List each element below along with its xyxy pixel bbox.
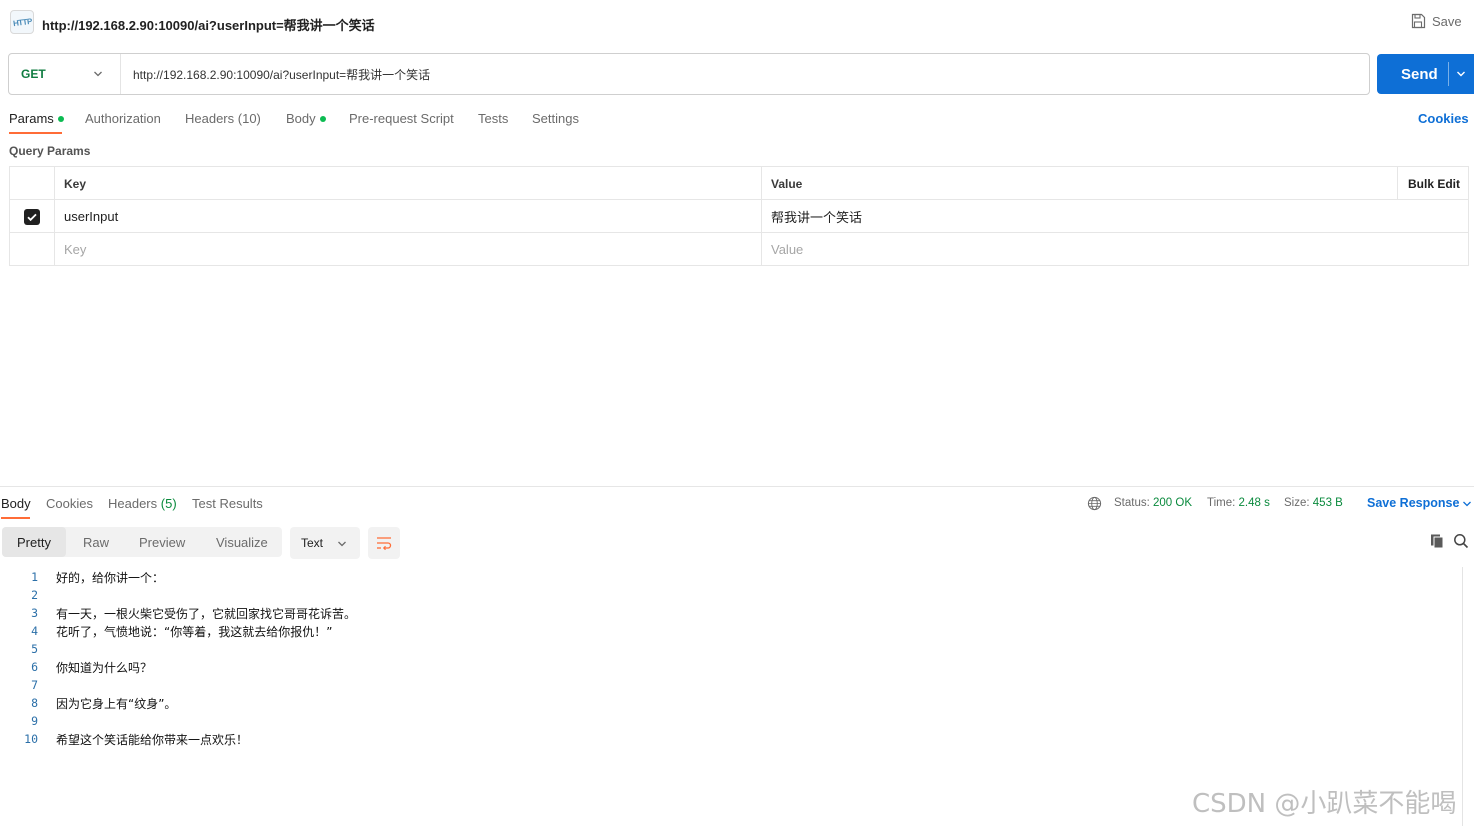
code-line: 8 因为它身上有“纹身”。: [0, 695, 1462, 713]
copy-icon[interactable]: [1429, 533, 1445, 549]
chevron-down-icon[interactable]: [1456, 69, 1466, 79]
response-divider[interactable]: [0, 486, 1474, 487]
table-row: userInput 帮我讲一个笑话: [10, 200, 1468, 233]
chevron-down-icon: [338, 541, 346, 547]
table-row-new: Key Value: [10, 233, 1468, 266]
view-mode-group: Pretty Raw Preview Visualize: [2, 527, 282, 557]
code-line: 1 好的，给你讲一个：: [0, 569, 1462, 587]
status-readout[interactable]: Status: 200 OK: [1114, 497, 1192, 509]
params-indicator-dot: [57, 115, 64, 122]
method-select[interactable]: GET: [9, 54, 121, 94]
code-line: 3 有一天，一根火柴它受伤了，它就回家找它哥哥花诉苦。: [0, 605, 1462, 623]
send-divider: [1448, 62, 1449, 86]
line-text: 好的，给你讲一个：: [56, 571, 165, 585]
code-line: 9: [0, 713, 1462, 731]
line-number: 10: [24, 732, 38, 746]
time-readout[interactable]: Time: 2.48 s: [1207, 497, 1270, 509]
code-line: 10 希望这个笑话能给你带来一点欢乐！: [0, 731, 1462, 749]
globe-icon[interactable]: [1087, 496, 1102, 511]
code-line: 5: [0, 641, 1462, 659]
chevron-down-icon: [94, 71, 102, 77]
code-line: 6 你知道为什么吗？: [0, 659, 1462, 677]
http-request-icon: HTTP: [10, 10, 34, 34]
save-label: Save: [1432, 13, 1462, 29]
wrap-lines-button[interactable]: [368, 527, 400, 559]
param-enabled-checkbox[interactable]: [10, 200, 55, 233]
table-header-row: Key Value Bulk Edit: [10, 167, 1468, 200]
save-response-button[interactable]: Save Response: [1367, 496, 1459, 510]
line-number: 9: [31, 714, 38, 728]
code-line: 2: [0, 587, 1462, 605]
tab-params[interactable]: Params: [9, 111, 64, 126]
tab-pre-request-script[interactable]: Pre-request Script: [349, 111, 454, 126]
title-bar: HTTP http://192.168.2.90:10090/ai?userIn…: [0, 0, 1474, 46]
line-number: 4: [31, 624, 38, 638]
view-raw-button[interactable]: Raw: [83, 527, 109, 557]
response-active-tab-underline: [1, 517, 30, 519]
line-number: 2: [31, 588, 38, 602]
line-number: 6: [31, 660, 38, 674]
param-key-input[interactable]: userInput: [55, 200, 762, 233]
save-button[interactable]: Save: [1410, 13, 1462, 29]
empty-checkbox-cell: [10, 233, 55, 266]
line-number: 1: [31, 570, 38, 584]
line-text: 你知道为什么吗？: [56, 661, 153, 675]
response-tab-headers[interactable]: Headers (5): [108, 496, 177, 511]
new-param-value-input[interactable]: Value: [762, 233, 1468, 266]
editor-scrollbar[interactable]: [1462, 567, 1463, 826]
tab-settings[interactable]: Settings: [532, 111, 579, 126]
line-number: 7: [31, 678, 38, 692]
format-label: Text: [301, 536, 324, 550]
line-number: 8: [31, 696, 38, 710]
line-number: 3: [31, 606, 38, 620]
view-visualize-button[interactable]: Visualize: [216, 527, 268, 557]
tab-headers[interactable]: Headers (10): [185, 111, 261, 126]
line-number: 5: [31, 642, 38, 656]
url-input[interactable]: http://192.168.2.90:10090/ai?userInput=帮…: [133, 66, 430, 83]
search-icon[interactable]: [1453, 533, 1469, 549]
response-tab-cookies[interactable]: Cookies: [46, 496, 93, 511]
response-tab-test-results[interactable]: Test Results: [192, 496, 263, 511]
cookies-link[interactable]: Cookies: [1418, 111, 1469, 126]
tab-authorization[interactable]: Authorization: [85, 111, 161, 126]
response-tab-body[interactable]: Body: [1, 496, 31, 511]
line-text: 希望这个笑话能给你带来一点欢乐！: [56, 733, 249, 747]
format-select[interactable]: Text: [290, 527, 360, 559]
checkmark-icon[interactable]: [24, 208, 40, 225]
new-param-key-input[interactable]: Key: [55, 233, 762, 266]
tab-tests[interactable]: Tests: [478, 111, 508, 126]
send-button[interactable]: Send: [1377, 54, 1474, 94]
value-column-header: Value: [771, 176, 803, 191]
view-pretty-button[interactable]: Pretty: [2, 527, 66, 557]
save-icon: [1411, 13, 1426, 29]
line-text: 花听了，气愤地说：“你等着，我这就去给你报仇！”: [56, 625, 333, 639]
param-value-input[interactable]: 帮我讲一个笑话: [762, 200, 1468, 233]
active-tab-underline: [9, 132, 62, 134]
code-line: 4 花听了，气愤地说：“你等着，我这就去给你报仇！”: [0, 623, 1462, 641]
url-bar: GET http://192.168.2.90:10090/ai?userInp…: [8, 53, 1370, 95]
wrap-lines-icon: [377, 537, 392, 550]
code-line: 7: [0, 677, 1462, 695]
bulk-edit-button[interactable]: Bulk Edit: [1397, 167, 1468, 200]
method-label: GET: [21, 67, 46, 81]
line-text: 因为它身上有“纹身”。: [56, 697, 177, 711]
size-readout[interactable]: Size: 453 B: [1284, 497, 1343, 509]
chevron-down-icon[interactable]: [1462, 499, 1472, 509]
key-column-header: Key: [55, 167, 762, 200]
tab-body[interactable]: Body: [286, 111, 326, 126]
body-indicator-dot: [319, 115, 326, 122]
view-preview-button[interactable]: Preview: [139, 527, 185, 557]
checkbox-column-header: [10, 167, 55, 200]
request-title[interactable]: http://192.168.2.90:10090/ai?userInput=帮…: [42, 15, 375, 34]
query-params-table: Key Value Bulk Edit userInput 帮我讲一个笑话 Ke…: [9, 166, 1469, 266]
line-text: 有一天，一根火柴它受伤了，它就回家找它哥哥花诉苦。: [56, 607, 357, 621]
watermark: CSDN @小趴菜不能喝: [1192, 789, 1457, 819]
query-params-heading: Query Params: [9, 144, 91, 158]
send-label: Send: [1401, 65, 1438, 83]
